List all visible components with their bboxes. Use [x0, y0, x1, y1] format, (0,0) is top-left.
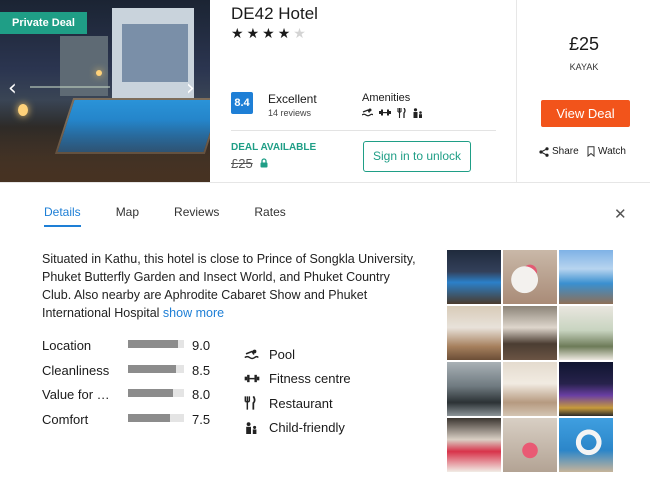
share-label: Share	[552, 146, 579, 157]
tab-reviews[interactable]: Reviews	[174, 205, 219, 227]
rating-category-label: Comfort	[42, 411, 89, 427]
fitness-icon	[244, 375, 260, 383]
rating-category-label: Value for …	[42, 387, 110, 402]
provider-name: KAYAK	[569, 62, 599, 72]
amenity-label: Child-friendly	[269, 420, 345, 436]
lock-icon	[260, 158, 268, 168]
amenity-label: Fitness centre	[269, 371, 351, 387]
rating-label: Excellent	[268, 92, 317, 106]
tab-rates[interactable]: Rates	[254, 205, 285, 227]
gallery-photo[interactable]	[447, 250, 501, 304]
gallery-photo[interactable]	[559, 418, 613, 472]
gallery-photo[interactable]	[447, 362, 501, 416]
gallery-photo[interactable]	[559, 362, 613, 416]
section-divider	[0, 182, 650, 183]
photo-gallery	[447, 250, 613, 472]
rating-value: 8.0	[192, 387, 211, 402]
amenities-icon-row	[362, 108, 423, 118]
show-more-link[interactable]: show more	[163, 306, 224, 320]
tab-details[interactable]: Details	[44, 205, 81, 227]
rating-bar-fill	[128, 413, 170, 422]
rating-value: 8.5	[192, 362, 211, 378]
price-panel: £25 KAYAK View Deal Share Watch	[516, 0, 650, 182]
gallery-photo[interactable]	[503, 306, 557, 360]
watch-button[interactable]: Watch	[587, 146, 626, 157]
photo-lamp	[18, 104, 28, 116]
photo-building-windows	[122, 24, 188, 82]
private-deal-badge: Private Deal	[0, 12, 87, 34]
rating-bar	[128, 413, 184, 422]
star-empty-icon: ★	[293, 26, 309, 42]
gallery-photo[interactable]	[503, 250, 557, 304]
photo-lamp	[96, 70, 102, 76]
star-filled-icon: ★	[277, 26, 294, 42]
close-icon[interactable]: ✕	[614, 205, 627, 223]
restaurant-icon	[397, 108, 406, 118]
carousel-prev-icon[interactable]: ‹	[8, 78, 17, 100]
amenity-item: Restaurant	[244, 391, 351, 416]
share-icon	[539, 146, 549, 157]
star-filled-icon: ★	[231, 26, 247, 42]
rating-category-label: Cleanliness	[42, 362, 110, 378]
gallery-photo[interactable]	[559, 250, 613, 304]
gallery-photo[interactable]	[503, 362, 557, 416]
amenity-item: Pool	[244, 342, 351, 367]
rating-bar-fill	[128, 340, 179, 348]
child-friendly-icon	[246, 421, 257, 434]
sign-in-to-unlock-button[interactable]: Sign in to unlock	[363, 141, 471, 172]
rating-bar	[128, 364, 184, 373]
rating-bar	[128, 389, 184, 397]
hotel-name[interactable]: DE42 Hotel	[231, 4, 318, 24]
amenity-item: Child-friendly	[244, 416, 351, 441]
hotel-description: Situated in Kathu, this hotel is close t…	[42, 250, 422, 322]
fitness-icon	[379, 109, 391, 116]
pool-icon	[362, 108, 373, 117]
photo-deck	[0, 120, 210, 182]
divider	[231, 130, 496, 131]
amenities-list: Pool Fitness centre Restaurant Child-fri…	[244, 342, 351, 440]
gallery-photo[interactable]	[503, 418, 557, 472]
hotel-info: DE42 Hotel ★★★★★ 8.4 Excellent 14 review…	[210, 0, 516, 182]
rating-value: 7.5	[192, 411, 211, 427]
share-button[interactable]: Share	[539, 146, 579, 157]
amenities-label: Amenities	[362, 92, 411, 104]
photo-railing	[30, 86, 110, 88]
gallery-photo[interactable]	[559, 306, 613, 360]
rating-category-label: Location	[42, 338, 92, 353]
tab-map[interactable]: Map	[116, 205, 139, 227]
price: £25	[568, 34, 600, 54]
review-count[interactable]: 14 reviews	[268, 108, 311, 118]
deal-price-struck: £25	[231, 156, 253, 171]
restaurant-icon	[244, 396, 256, 410]
detail-tabs: Details Map Reviews Rates	[44, 205, 321, 227]
rating-value: 9.0	[192, 338, 211, 353]
description-text: Situated in Kathu, this hotel is close t…	[42, 252, 416, 320]
review-score-badge: 8.4	[231, 92, 253, 114]
carousel-next-icon[interactable]: ›	[186, 78, 195, 100]
gallery-photo[interactable]	[447, 306, 501, 360]
child-friendly-icon	[413, 108, 422, 118]
star-filled-icon: ★	[262, 26, 278, 42]
star-rating: ★★★★★	[231, 26, 309, 42]
hotel-photo-carousel[interactable]: Private Deal ‹ ›	[0, 0, 210, 182]
gallery-photo[interactable]	[447, 418, 501, 472]
amenity-label: Restaurant	[269, 395, 333, 411]
star-filled-icon: ★	[246, 26, 263, 42]
pool-icon	[244, 349, 259, 359]
amenity-label: Pool	[269, 346, 296, 362]
bookmark-icon	[587, 146, 595, 157]
amenity-item: Fitness centre	[244, 367, 351, 392]
rating-bar	[128, 340, 184, 348]
view-deal-button[interactable]: View Deal	[541, 100, 630, 127]
deal-available-label: DEAL AVAILABLE	[231, 142, 317, 153]
rating-bar-fill	[128, 389, 173, 397]
watch-label: Watch	[598, 146, 626, 157]
rating-bar-fill	[128, 364, 176, 373]
